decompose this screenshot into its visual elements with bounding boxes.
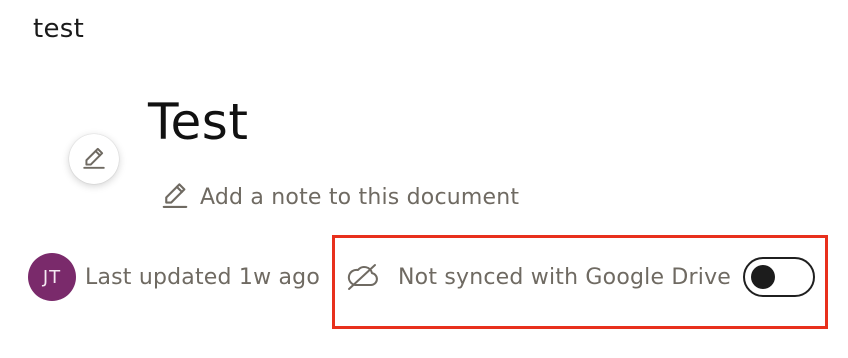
google-drive-sync-toggle[interactable] (743, 257, 816, 297)
pencil-icon (81, 144, 107, 174)
add-note-label: Add a note to this document (200, 184, 520, 210)
document-meta: JT Last updated 1w ago (28, 252, 320, 302)
avatar[interactable]: JT (28, 253, 76, 301)
add-note-button[interactable]: Add a note to this document (160, 180, 519, 214)
cloud-off-icon (345, 259, 381, 295)
edit-button[interactable] (69, 134, 119, 184)
document-page: test Test Add a note to this document JT… (0, 0, 848, 358)
google-drive-sync: Not synced with Google Drive (345, 252, 816, 302)
breadcrumb[interactable]: test (33, 14, 84, 44)
sync-status-label: Not synced with Google Drive (398, 264, 732, 290)
last-updated-text: Last updated 1w ago (85, 264, 320, 290)
toggle-knob (751, 265, 776, 289)
document-title[interactable]: Test (148, 93, 248, 151)
pencil-icon (160, 180, 190, 214)
